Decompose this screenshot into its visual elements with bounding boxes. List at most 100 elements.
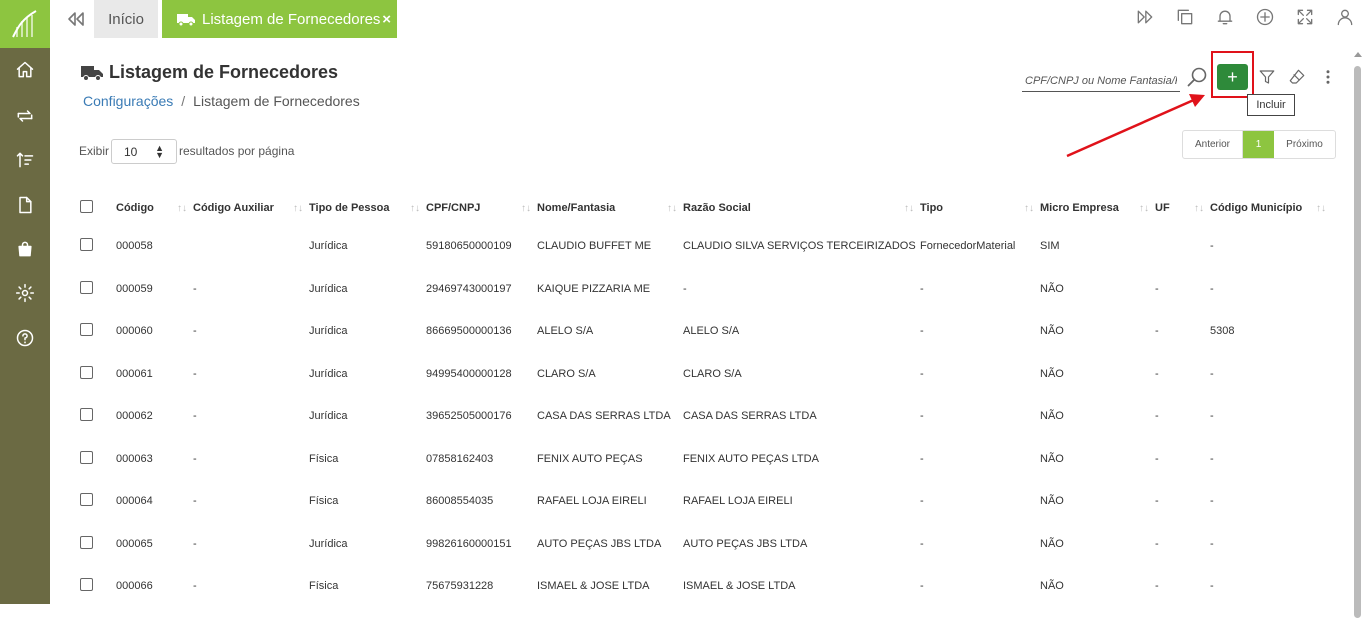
pagination-page-1[interactable]: 1: [1243, 131, 1274, 158]
expand-icon: [1297, 9, 1313, 25]
table-row[interactable]: 000058 Jurídica 59180650000109 CLAUDIO BUFF…: [72, 225, 1332, 268]
table-cell: 5308: [1210, 325, 1235, 338]
pagination-next[interactable]: Próximo: [1274, 131, 1335, 158]
more-options-button[interactable]: [1316, 65, 1340, 89]
table-row[interactable]: 000066 - Física 75675931228 ISMAEL & JOSE LT…: [72, 565, 1332, 608]
table-cell: [193, 225, 309, 268]
table-row[interactable]: 000064 - Física 86008554035 RAFAEL LOJA EIRE…: [72, 480, 1332, 523]
close-tab-icon[interactable]: ×: [382, 11, 391, 28]
sidebar-item-sort[interactable]: [0, 142, 50, 178]
app-logo[interactable]: [0, 0, 50, 48]
sidebar-item-home[interactable]: [0, 52, 50, 88]
help-icon: [16, 329, 34, 347]
table-cell: ISMAEL & JOSE LTDA: [537, 580, 650, 593]
row-checkbox[interactable]: [80, 323, 93, 337]
search-input[interactable]: [1022, 70, 1180, 92]
table-cell: FENIX AUTO PEÇAS: [537, 452, 643, 465]
fullscreen-button[interactable]: [1285, 0, 1325, 34]
select-all-checkbox[interactable]: [80, 199, 93, 213]
table-cell: NÃO: [1040, 325, 1064, 338]
table-cell: AUTO PEÇAS JBS LTDA: [537, 537, 662, 550]
row-checkbox[interactable]: [80, 535, 93, 549]
table-cell: 000064: [116, 495, 153, 508]
scrollbar[interactable]: [1353, 52, 1362, 618]
row-checkbox[interactable]: [80, 365, 93, 379]
suppliers-table: Código ↑↓ Código Auxiliar ↑↓ Tipo de Pesso…: [72, 190, 1332, 608]
scroll-up-icon[interactable]: [1354, 52, 1362, 57]
col-header-razao-social[interactable]: Razão Social ↑↓: [683, 190, 920, 225]
sort-icon: ↑↓: [521, 203, 531, 214]
search-button[interactable]: [1184, 64, 1210, 90]
sidebar-item-settings[interactable]: [0, 275, 50, 311]
row-checkbox[interactable]: [80, 238, 93, 252]
forward-button[interactable]: [1125, 0, 1165, 34]
row-checkbox[interactable]: [80, 280, 93, 294]
table-cell: 75675931228: [426, 580, 494, 593]
sidebar-item-bag[interactable]: [0, 231, 50, 267]
sort-icon: ↑↓: [667, 203, 677, 214]
table-cell: CLAUDIO BUFFET ME: [537, 240, 652, 253]
eraser-icon: [1289, 69, 1305, 84]
row-select-cell: [72, 310, 116, 353]
table-cell: SIM: [1040, 240, 1060, 253]
truck-icon: [81, 65, 103, 81]
pagination-previous[interactable]: Anterior: [1183, 131, 1243, 158]
table-cell: -: [920, 580, 924, 593]
table-row[interactable]: 000061 - Jurídica 94995400000128 CLARO S/A CL…: [72, 353, 1332, 396]
sort-icon: [16, 152, 34, 168]
row-checkbox[interactable]: [80, 408, 93, 422]
table-cell: 59180650000109: [426, 240, 512, 253]
table-cell: FornecedorMaterial: [920, 240, 1016, 253]
row-checkbox[interactable]: [80, 578, 93, 592]
table-row[interactable]: 000059 - Jurídica 29469743000197 KAIQUE PIZZ…: [72, 268, 1332, 311]
col-header-codigo-auxiliar[interactable]: Código Auxiliar ↑↓: [193, 190, 309, 225]
table-row[interactable]: 000062 - Jurídica 39652505000176 CASA DAS SE…: [72, 395, 1332, 438]
new-button[interactable]: [1245, 0, 1285, 34]
sidebar-item-help[interactable]: [0, 320, 50, 356]
select-all-cell: [72, 190, 116, 225]
col-header-codigo[interactable]: Código ↑↓: [116, 190, 193, 225]
filter-button[interactable]: [1255, 65, 1279, 89]
truck-icon: [177, 13, 195, 26]
table-cell: -: [193, 325, 197, 338]
row-checkbox[interactable]: [80, 493, 93, 507]
table-cell: -: [193, 537, 197, 550]
sidebar-item-document[interactable]: [0, 187, 50, 223]
windows-button[interactable]: [1165, 0, 1205, 34]
col-header-micro-empresa[interactable]: Micro Empresa ↑↓: [1040, 190, 1155, 225]
sort-icon: ↑↓: [1194, 203, 1204, 214]
add-supplier-button[interactable]: +: [1217, 64, 1248, 90]
col-header-uf[interactable]: UF ↑↓: [1155, 190, 1210, 225]
table-cell: -: [920, 282, 924, 295]
sidebar-item-transfer[interactable]: [0, 98, 50, 134]
collapse-button[interactable]: [62, 7, 90, 31]
table-cell: AUTO PEÇAS JBS LTDA: [683, 537, 808, 550]
table-row[interactable]: 000063 - Física 07858162403 FENIX AUTO PEÇAS…: [72, 438, 1332, 481]
table-cell: -: [920, 495, 924, 508]
home-icon: [16, 61, 34, 78]
kebab-menu-icon: [1326, 70, 1330, 84]
table-cell: Jurídica: [309, 240, 348, 253]
user-menu-button[interactable]: [1325, 0, 1365, 34]
tab-home[interactable]: Início: [94, 0, 158, 38]
clear-filter-button[interactable]: [1285, 65, 1309, 89]
col-header-nome-fantasia[interactable]: Nome/Fantasia ↑↓: [537, 190, 683, 225]
row-checkbox[interactable]: [80, 450, 93, 464]
col-header-cpf-cnpj[interactable]: CPF/CNPJ ↑↓: [426, 190, 537, 225]
tab-supplier-list[interactable]: Listagem de Fornecedores ×: [162, 0, 397, 38]
table-cell: -: [1155, 537, 1159, 550]
table-row[interactable]: 000060 - Jurídica 86669500000136 ALELO S/A AL…: [72, 310, 1332, 353]
col-header-codigo-municipio[interactable]: Código Município ↑↓: [1210, 190, 1332, 225]
page-size-select[interactable]: 10 ▲ ▼: [111, 139, 177, 164]
table-cell: -: [1210, 240, 1214, 253]
table-cell: NÃO: [1040, 282, 1064, 295]
notifications-button[interactable]: [1205, 0, 1245, 34]
page-size-value: 10: [124, 144, 138, 159]
table-cell: 000062: [116, 410, 153, 423]
table-cell: NÃO: [1040, 367, 1064, 380]
scrollbar-thumb[interactable]: [1354, 66, 1361, 618]
table-row[interactable]: 000065 - Jurídica 99826160000151 AUTO PEÇAS …: [72, 523, 1332, 566]
col-header-tipo-pessoa[interactable]: Tipo de Pessoa ↑↓: [309, 190, 426, 225]
col-header-tipo[interactable]: Tipo ↑↓: [920, 190, 1040, 225]
breadcrumb-parent[interactable]: Configurações: [83, 93, 173, 109]
